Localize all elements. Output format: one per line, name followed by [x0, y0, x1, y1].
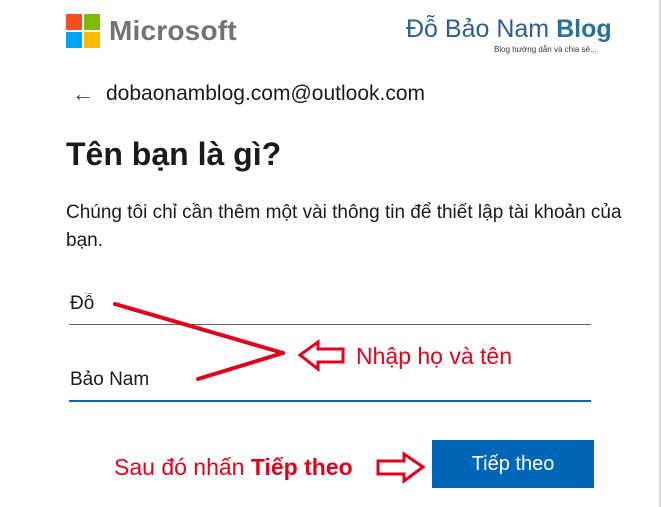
annotation-arrow-right-icon: [376, 451, 426, 484]
page-title: Tên bạn là gì?: [66, 136, 282, 172]
last-name-field[interactable]: [69, 283, 591, 325]
blog-title: Đỗ Bảo Nam Blog: [406, 14, 616, 44]
microsoft-wordmark: Microsoft: [109, 15, 237, 46]
page-description: Chúng tôi chỉ cần thêm một vài thông tin…: [66, 202, 622, 251]
next-button[interactable]: Tiếp theo: [432, 440, 594, 488]
annotation-input-note: Nhập họ và tên: [356, 343, 513, 369]
annotation-next-bold: Tiếp theo: [250, 454, 353, 480]
blog-name: Đỗ Bảo Nam: [406, 15, 557, 43]
back-arrow-icon[interactable]: ←: [72, 81, 94, 107]
blog-watermark: Đỗ Bảo Nam Blog Blog hướng dẫn và chia s…: [406, 14, 616, 54]
first-name-field[interactable]: [69, 360, 591, 402]
account-email: dobaonamblog.com@outlook.com: [106, 82, 425, 105]
microsoft-logo: Microsoft: [66, 14, 237, 48]
annotation-next-note: Sau đó nhấn Tiếp theo: [114, 453, 353, 481]
blog-name-bold: Blog: [556, 15, 612, 43]
blog-tagline: Blog hướng dẫn và chia sẻ...: [494, 45, 597, 54]
annotation-next-prefix: Sau đó nhấn: [114, 454, 251, 480]
microsoft-squares-icon: [66, 14, 100, 48]
identity-banner: ← dobaonamblog.com@outlook.com: [72, 81, 425, 107]
